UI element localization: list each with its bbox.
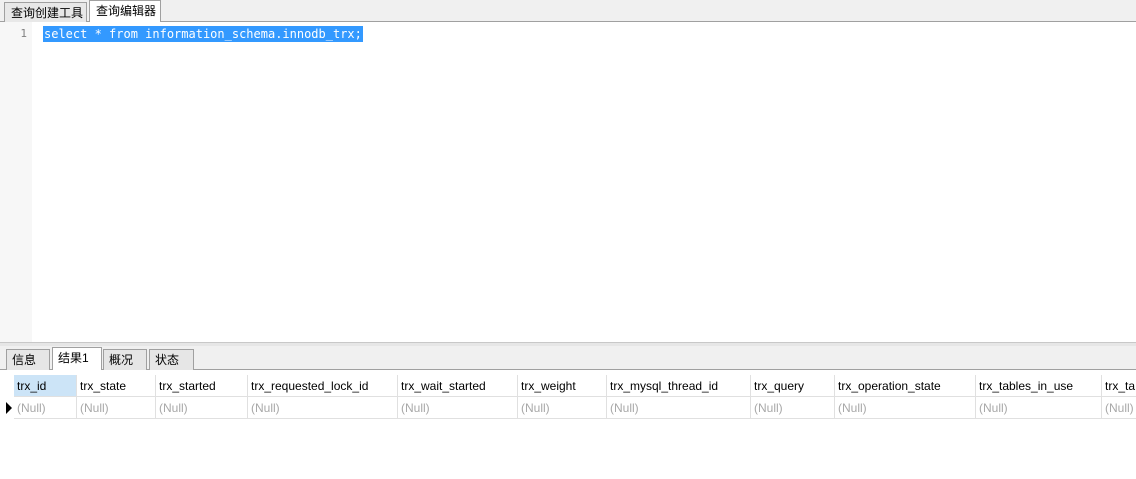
tab-info[interactable]: 信息 [6, 349, 50, 370]
line-number-gutter: 1 [0, 22, 32, 342]
result-tab-strip: 信息 结果1 概况 状态 [0, 346, 1136, 370]
table-cell[interactable]: (Null) [14, 397, 77, 419]
column-header[interactable]: trx_started [156, 375, 248, 397]
column-header[interactable]: trx_tables_in_use [976, 375, 1102, 397]
tab-result-1[interactable]: 结果1 [52, 347, 102, 370]
result-grid[interactable]: trx_id trx_state trx_started trx_request… [0, 370, 1136, 479]
column-header[interactable]: trx_state [77, 375, 156, 397]
table-cell[interactable]: (Null) [77, 397, 156, 419]
sql-code-line[interactable]: select * from information_schema.innodb_… [43, 26, 363, 42]
table-cell[interactable]: (Null) [518, 397, 607, 419]
table-cell[interactable]: (Null) [751, 397, 835, 419]
tab-query-builder[interactable]: 查询创建工具 [4, 2, 87, 22]
current-row-indicator [0, 397, 14, 419]
table-cell[interactable]: (Null) [607, 397, 751, 419]
table-row[interactable]: (Null) (Null) (Null) (Null) (Null) (Null… [0, 397, 1136, 419]
table-cell[interactable]: (Null) [1102, 397, 1136, 419]
column-header[interactable]: trx_query [751, 375, 835, 397]
table-cell[interactable]: (Null) [156, 397, 248, 419]
column-header[interactable]: trx_requested_lock_id [248, 375, 398, 397]
table-cell[interactable]: (Null) [976, 397, 1102, 419]
column-header[interactable]: trx_operation_state [835, 375, 976, 397]
tab-status[interactable]: 状态 [149, 349, 194, 370]
tab-profile[interactable]: 概况 [103, 349, 147, 370]
column-header[interactable]: trx_weight [518, 375, 607, 397]
tab-query-editor[interactable]: 查询编辑器 [89, 0, 161, 22]
column-header[interactable]: trx_ta [1102, 375, 1136, 397]
line-number: 1 [20, 27, 27, 40]
table-cell[interactable]: (Null) [398, 397, 518, 419]
table-cell[interactable]: (Null) [835, 397, 976, 419]
table-cell[interactable]: (Null) [248, 397, 398, 419]
column-header[interactable]: trx_id [14, 375, 77, 397]
column-header[interactable]: trx_wait_started [398, 375, 518, 397]
column-header[interactable]: trx_mysql_thread_id [607, 375, 751, 397]
grid-header-row: trx_id trx_state trx_started trx_request… [0, 375, 1136, 397]
editor-tab-strip: 查询创建工具 查询编辑器 [0, 0, 1136, 22]
row-arrow-icon [6, 402, 12, 414]
sql-editor[interactable]: 1 select * from information_schema.innod… [0, 22, 1136, 342]
